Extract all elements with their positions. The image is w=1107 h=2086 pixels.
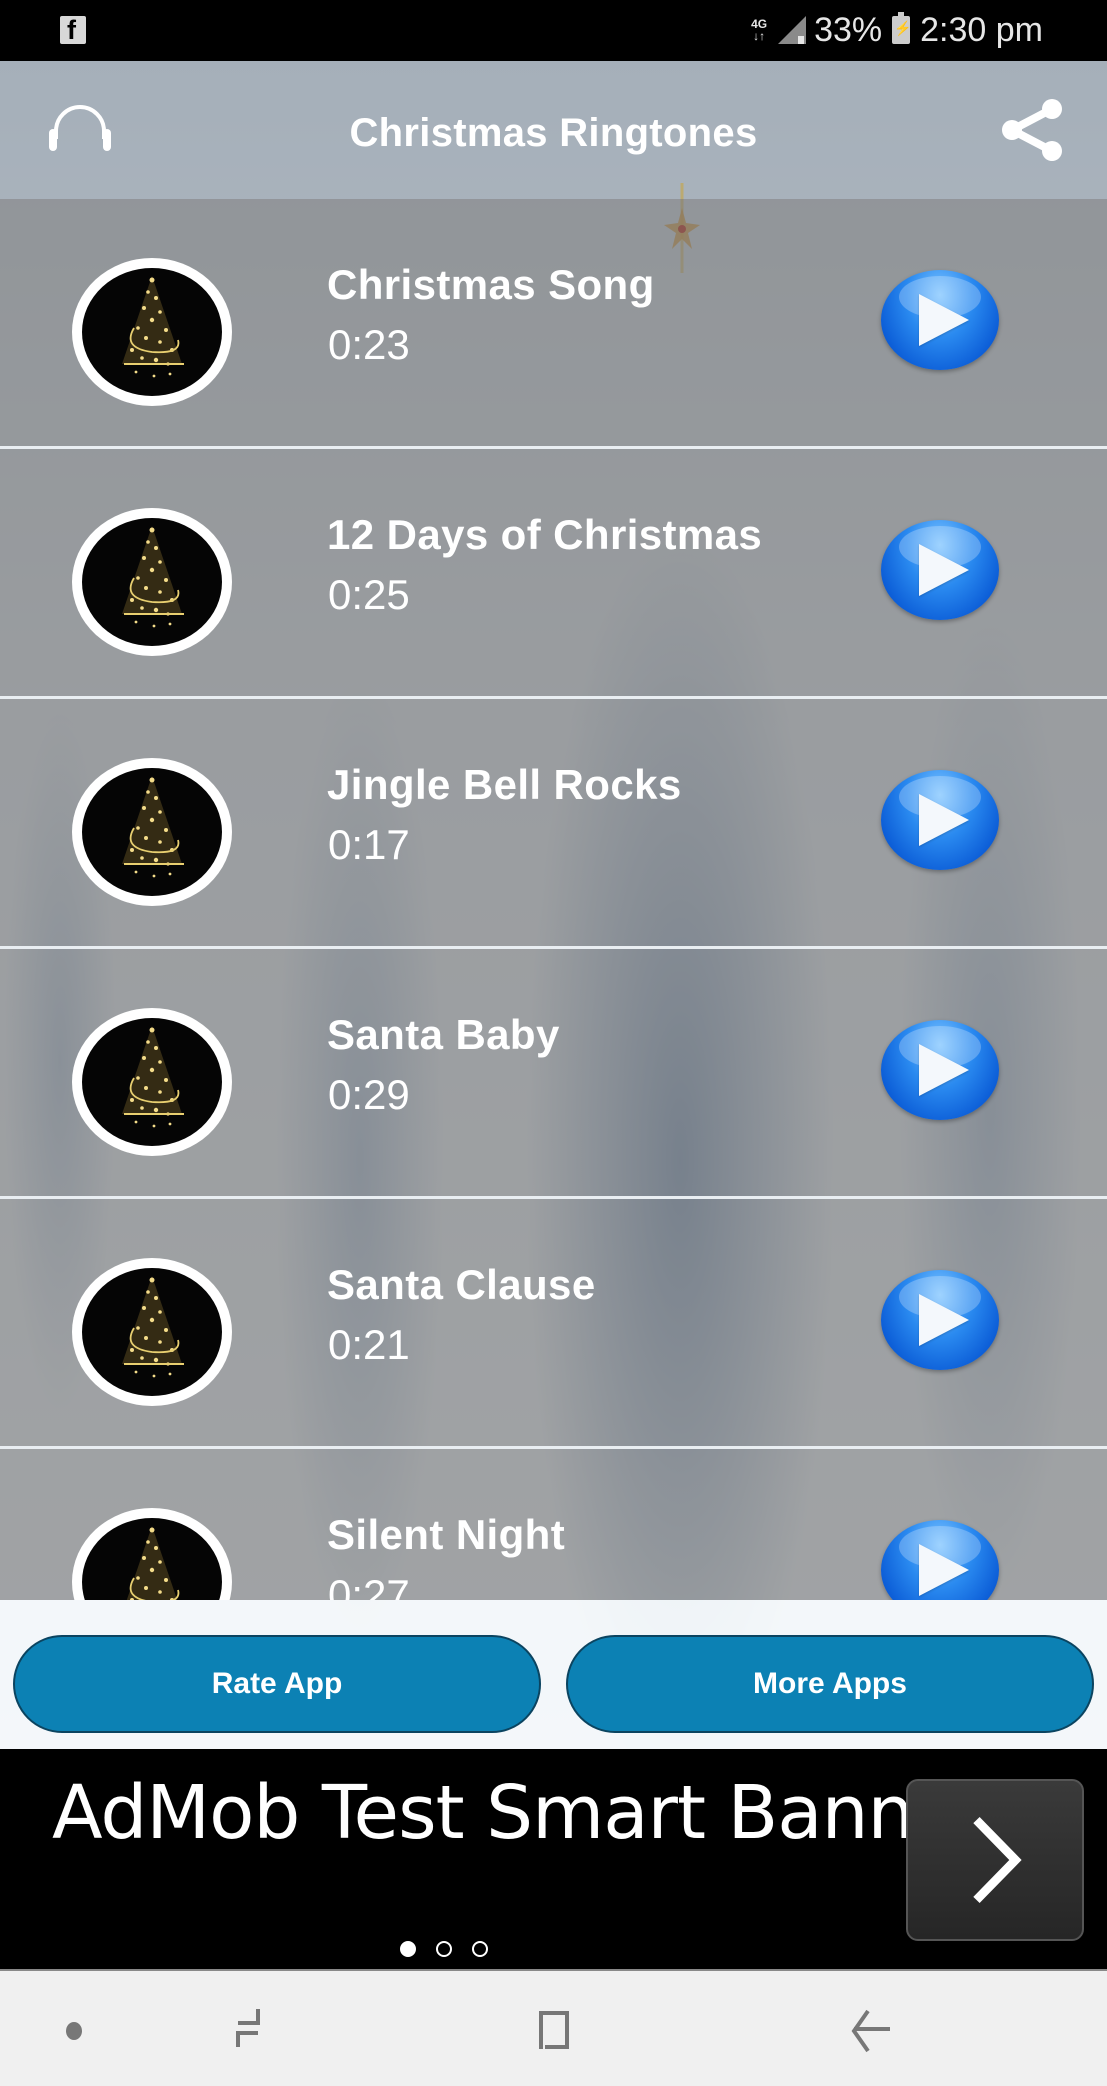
ringtone-title: Santa Baby [327, 1011, 560, 1058]
play-button[interactable] [881, 520, 999, 620]
recents-icon[interactable] [218, 2001, 278, 2061]
ad-banner-label: AdMob Test Smart Banner [52, 1770, 988, 1856]
chevron-right-icon [973, 1816, 1022, 1904]
ringtone-row[interactable]: Jingle Bell Rocks 0:17 [0, 699, 1107, 949]
home-icon[interactable] [527, 2001, 587, 2061]
ringtone-thumbnail [72, 1508, 232, 1600]
status-indicators: 4G↓↑ 33% 2:30 pm [748, 10, 1043, 50]
ringtone-title: 12 Days of Christmas [327, 511, 763, 558]
play-button[interactable] [881, 770, 999, 870]
ringtone-list[interactable]: Christmas Song 0:23 12 Days of Christmas… [0, 199, 1107, 1600]
app-title: Christmas Ringtones [349, 111, 758, 155]
ringtone-thumbnail [72, 758, 232, 906]
ringtone-thumbnail [72, 1008, 232, 1156]
ad-banner-text[interactable]: AdMob Test Smart Banner [52, 1770, 988, 1856]
ad-page-indicator [400, 1941, 488, 1957]
christmas-tree-icon [122, 1026, 184, 1128]
system-nav-bar [0, 1969, 1107, 2086]
ad-page-dot [436, 1941, 452, 1957]
play-button[interactable] [881, 270, 999, 370]
ringtone-duration: 0:27 [328, 1571, 410, 1600]
ringtone-title: Christmas Song [327, 261, 655, 308]
ad-page-dot [472, 1941, 488, 1957]
ringtone-row[interactable]: Christmas Song 0:23 [0, 199, 1107, 449]
play-button[interactable] [881, 1020, 999, 1120]
battery-charging-icon [892, 12, 912, 44]
ringtone-thumbnail [72, 258, 232, 406]
ringtone-duration: 0:25 [328, 571, 410, 618]
dot-icon[interactable] [44, 2001, 104, 2061]
ringtone-duration: 0:21 [328, 1321, 410, 1368]
app-header: Christmas Ringtones [0, 61, 1107, 199]
network-4g-icon: 4G ↓↑ [751, 17, 768, 43]
play-button[interactable] [881, 1520, 999, 1600]
christmas-tree-icon [122, 276, 184, 378]
clock: 2:30 pm [920, 10, 1043, 49]
christmas-tree-icon [122, 526, 184, 628]
ringtone-duration: 0:23 [328, 321, 410, 368]
app-screen: Christmas Ringtones Christmas Song 0:23 … [0, 61, 1107, 1749]
facebook-icon [60, 15, 86, 46]
ad-banner[interactable]: AdMob Test Smart Banner [0, 1749, 1107, 1969]
play-button[interactable] [881, 1270, 999, 1370]
ringtone-title: Silent Night [327, 1511, 566, 1558]
action-buttons-bar: Rate App More Apps [0, 1600, 1107, 1749]
ringtone-row[interactable]: 12 Days of Christmas 0:25 [0, 449, 1107, 699]
ringtone-thumbnail [72, 1258, 232, 1406]
christmas-tree-icon [126, 1526, 180, 1600]
back-icon[interactable] [838, 2001, 898, 2061]
status-bar: 4G↓↑ 33% 2:30 pm [0, 0, 1107, 61]
ringtone-row[interactable]: Silent Night 0:27 [0, 1449, 1107, 1600]
ringtone-duration: 0:29 [328, 1071, 410, 1118]
ringtone-thumbnail [72, 508, 232, 656]
ringtone-duration: 0:17 [328, 821, 410, 868]
rate-app-button[interactable]: Rate App [13, 1635, 541, 1733]
ringtone-row[interactable]: Santa Clause 0:21 [0, 1199, 1107, 1449]
christmas-tree-icon [122, 776, 184, 878]
more-apps-button[interactable]: More Apps [566, 1635, 1094, 1733]
ringtone-row[interactable]: Santa Baby 0:29 [0, 949, 1107, 1199]
ringtone-title: Jingle Bell Rocks [327, 761, 682, 808]
ad-page-dot [400, 1941, 416, 1957]
network-label: 4G [751, 17, 768, 31]
share-icon[interactable] [997, 97, 1067, 163]
ringtone-title: Santa Clause [327, 1261, 596, 1308]
signal-icon [778, 16, 807, 44]
christmas-tree-icon [122, 1276, 184, 1378]
ad-open-button[interactable] [906, 1779, 1084, 1941]
battery-percent: 33% [814, 10, 883, 49]
